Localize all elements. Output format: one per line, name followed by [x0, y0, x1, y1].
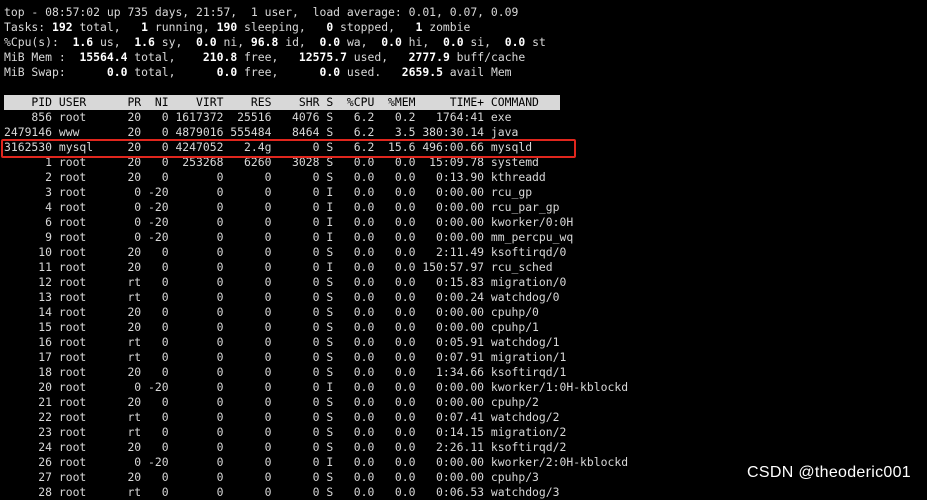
swap-free: 0.0	[216, 65, 238, 79]
cpu-si: 0.0	[442, 35, 464, 49]
tasks-running: 1	[141, 20, 149, 34]
mem-buff-cache: 2777.9	[408, 50, 450, 64]
mem-total: 15564.4	[79, 50, 128, 64]
cpu-us: 1.6	[72, 35, 94, 49]
process-row-11[interactable]: 11 root 20 0 0 0 0 I 0.0 0.0 150:57.97 r…	[4, 260, 927, 275]
process-row-13[interactable]: 13 root rt 0 0 0 0 S 0.0 0.0 0:00.24 wat…	[4, 290, 927, 305]
tasks-stopped: 0	[326, 20, 334, 34]
swap-total: 0.0	[106, 65, 128, 79]
tasks-zombie: 1	[415, 20, 423, 34]
mem-used: 12575.7	[298, 50, 347, 64]
swap-avail: 2659.5	[401, 65, 443, 79]
cpu-id: 96.8	[250, 35, 279, 49]
tasks-total: 192	[52, 20, 73, 34]
process-row-23[interactable]: 23 root rt 0 0 0 0 S 0.0 0.0 0:14.15 mig…	[4, 425, 927, 440]
process-row-24[interactable]: 24 root 20 0 0 0 0 S 0.0 0.0 2:26.11 kso…	[4, 440, 927, 455]
swap-used: 0.0	[319, 65, 341, 79]
process-row-2479146[interactable]: 2479146 www 20 0 4879016 555484 8464 S 6…	[4, 125, 927, 140]
process-row-22[interactable]: 22 root rt 0 0 0 0 S 0.0 0.0 0:07.41 wat…	[4, 410, 927, 425]
process-row-10[interactable]: 10 root 20 0 0 0 0 S 0.0 0.0 2:11.49 kso…	[4, 245, 927, 260]
cpu-line: %Cpu(s): 1.6 us, 1.6 sy, 0.0 ni, 96.8 id…	[4, 35, 546, 49]
cpu-wa: 0.0	[319, 35, 341, 49]
terminal[interactable]: top - 08:57:02 up 735 days, 21:57, 1 use…	[4, 5, 927, 500]
cpu-hi: 0.0	[381, 35, 402, 49]
process-row-15[interactable]: 15 root 20 0 0 0 0 S 0.0 0.0 0:00.00 cpu…	[4, 320, 927, 335]
process-table-header: PID USER PR NI VIRT RES SHR S %CPU %MEM …	[4, 95, 560, 110]
process-row-4[interactable]: 4 root 0 -20 0 0 0 I 0.0 0.0 0:00.00 rcu…	[4, 200, 927, 215]
process-row-16[interactable]: 16 root rt 0 0 0 0 S 0.0 0.0 0:05.91 wat…	[4, 335, 927, 350]
process-row-9[interactable]: 9 root 0 -20 0 0 0 I 0.0 0.0 0:00.00 mm_…	[4, 230, 927, 245]
process-row-856[interactable]: 856 root 20 0 1617372 25516 4076 S 6.2 0…	[4, 110, 927, 125]
cpu-ni: 0.0	[196, 35, 217, 49]
swap-line: MiB Swap: 0.0 total, 0.0 free, 0.0 used.…	[4, 65, 512, 79]
cpu-st: 0.0	[504, 35, 526, 49]
process-table[interactable]: 856 root 20 0 1617372 25516 4076 S 6.2 0…	[4, 110, 927, 500]
process-row-18[interactable]: 18 root 20 0 0 0 0 S 0.0 0.0 1:34.66 kso…	[4, 365, 927, 380]
cpu-sy: 1.6	[134, 35, 155, 49]
process-row-12[interactable]: 12 root rt 0 0 0 0 S 0.0 0.0 0:15.83 mig…	[4, 275, 927, 290]
process-row-20[interactable]: 20 root 0 -20 0 0 0 I 0.0 0.0 0:00.00 kw…	[4, 380, 927, 395]
mem-line: MiB Mem : 15564.4 total, 210.8 free, 125…	[4, 50, 526, 64]
process-row-3[interactable]: 3 root 0 -20 0 0 0 I 0.0 0.0 0:00.00 rcu…	[4, 185, 927, 200]
process-row-17[interactable]: 17 root rt 0 0 0 0 S 0.0 0.0 0:07.91 mig…	[4, 350, 927, 365]
uptime-line: top - 08:57:02 up 735 days, 21:57, 1 use…	[4, 5, 519, 19]
process-row-14[interactable]: 14 root 20 0 0 0 0 S 0.0 0.0 0:00.00 cpu…	[4, 305, 927, 320]
watermark: CSDN @theoderic001	[747, 464, 911, 481]
process-row-2[interactable]: 2 root 20 0 0 0 0 S 0.0 0.0 0:13.90 kthr…	[4, 170, 927, 185]
process-row-28[interactable]: 28 root rt 0 0 0 0 S 0.0 0.0 0:06.53 wat…	[4, 485, 927, 500]
tasks-sleeping: 190	[216, 20, 238, 34]
process-row-6[interactable]: 6 root 0 -20 0 0 0 I 0.0 0.0 0:00.00 kwo…	[4, 215, 927, 230]
process-row-21[interactable]: 21 root 20 0 0 0 0 S 0.0 0.0 0:00.00 cpu…	[4, 395, 927, 410]
highlight-box-mysqld	[1, 139, 576, 158]
mem-free: 210.8	[202, 50, 238, 64]
tasks-line: Tasks: 192 total, 1 running, 190 sleepin…	[4, 20, 471, 34]
